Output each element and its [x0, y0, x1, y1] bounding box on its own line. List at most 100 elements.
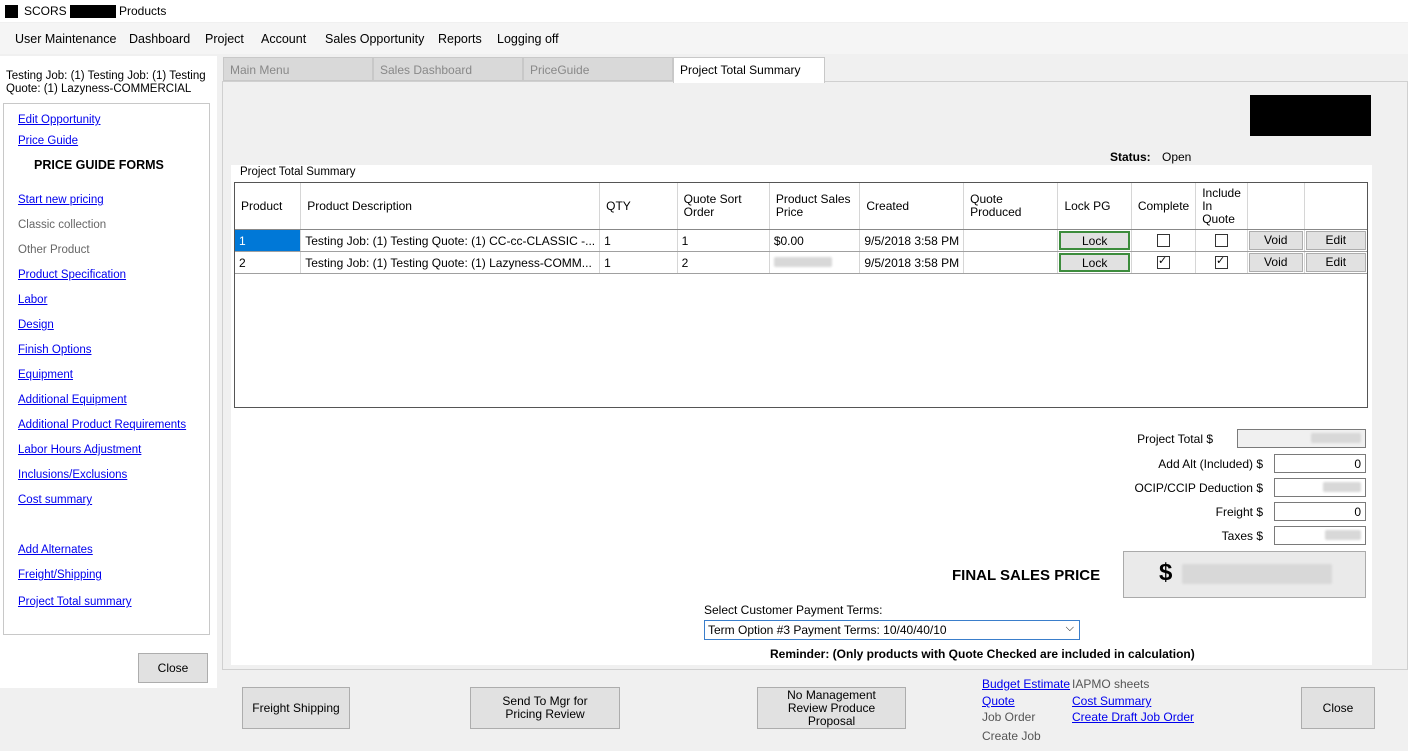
- cell-qty[interactable]: 1: [599, 251, 678, 274]
- reminder-text: Reminder: (Only products with Quote Chec…: [770, 647, 1195, 661]
- col-include-in-quote[interactable]: Include In Quote: [1195, 183, 1248, 230]
- nav-equipment[interactable]: Equipment: [18, 369, 73, 381]
- nav-inclusions-exclusions[interactable]: Inclusions/Exclusions: [18, 469, 127, 481]
- nav-classic-collection: Classic collection: [18, 219, 107, 231]
- menu-user-maintenance[interactable]: User Maintenance: [15, 32, 116, 46]
- group-title: Project Total Summary: [237, 166, 359, 178]
- cell-sort[interactable]: 2: [677, 251, 770, 274]
- payment-terms-label: Select Customer Payment Terms:: [704, 603, 883, 617]
- cell-sort[interactable]: 1: [677, 229, 770, 252]
- nav-start-new-pricing[interactable]: Start new pricing: [18, 194, 104, 206]
- void-button[interactable]: Void: [1248, 231, 1303, 250]
- nav-design[interactable]: Design: [18, 319, 54, 331]
- nav-additional-product-requirements[interactable]: Additional Product Requirements: [18, 419, 186, 431]
- col-created[interactable]: Created: [859, 183, 965, 230]
- tab-main-menu[interactable]: Main Menu: [223, 57, 373, 81]
- complete-checkbox[interactable]: [1157, 254, 1171, 269]
- cost-summary-link[interactable]: Cost Summary: [1072, 694, 1151, 708]
- col-lock-pg[interactable]: Lock PG: [1057, 183, 1132, 230]
- chevron-down-icon[interactable]: ⌵: [1066, 622, 1074, 635]
- taxes-field[interactable]: [1274, 526, 1366, 545]
- cell-qty[interactable]: 1: [599, 229, 678, 252]
- nav-labor[interactable]: Labor: [18, 294, 47, 306]
- products-table: Product Product Description QTY Quote So…: [235, 183, 1367, 274]
- tab-sales-dashboard[interactable]: Sales Dashboard: [373, 57, 523, 81]
- table-row[interactable]: 2 Testing Job: (1) Testing Quote: (1) La…: [235, 251, 1367, 274]
- nav-finish-options[interactable]: Finish Options: [18, 344, 92, 356]
- lock-button[interactable]: Lock: [1059, 231, 1130, 250]
- menu-project[interactable]: Project: [205, 32, 244, 46]
- col-qty[interactable]: QTY: [599, 183, 678, 230]
- col-complete[interactable]: Complete: [1131, 183, 1197, 230]
- cell-quote-produced[interactable]: [963, 251, 1059, 274]
- col-quote-produced[interactable]: Quote Produced: [963, 183, 1059, 230]
- nav-cost-summary[interactable]: Cost summary: [18, 494, 92, 506]
- add-alt-field[interactable]: 0: [1274, 454, 1366, 473]
- price-guide-forms-heading: PRICE GUIDE FORMS: [34, 158, 164, 172]
- include-checkbox[interactable]: [1215, 234, 1229, 247]
- final-sales-price-label: FINAL SALES PRICE: [952, 567, 1101, 584]
- lock-button[interactable]: Lock: [1059, 253, 1130, 272]
- window-title-prefix: SCORS -: [24, 4, 75, 18]
- cell-price[interactable]: [769, 251, 861, 274]
- redacted-price: [773, 256, 832, 267]
- include-checkbox[interactable]: [1215, 254, 1229, 269]
- menu-reports[interactable]: Reports: [438, 32, 482, 46]
- nav-freight-shipping[interactable]: Freight/Shipping: [18, 569, 102, 581]
- create-draft-job-order-link[interactable]: Create Draft Job Order: [1072, 710, 1194, 724]
- edit-button[interactable]: Edit: [1305, 231, 1366, 250]
- cell-description[interactable]: Testing Job: (1) Testing Quote: (1) Lazy…: [300, 251, 601, 274]
- freight-field[interactable]: 0: [1274, 502, 1366, 521]
- redacted-value: [1323, 482, 1361, 492]
- close-button[interactable]: Close: [1301, 687, 1375, 729]
- window-title-suffix: Products: [119, 4, 167, 18]
- col-quote-sort-order[interactable]: Quote Sort Order: [677, 183, 770, 230]
- cell-description[interactable]: Testing Job: (1) Testing Quote: (1) CC-c…: [300, 229, 601, 252]
- redacted-logo: [1250, 95, 1371, 136]
- nav-other-product: Other Product: [18, 244, 90, 256]
- col-product[interactable]: Product: [235, 183, 302, 230]
- edit-opportunity-link[interactable]: Edit Opportunity: [18, 114, 100, 126]
- void-button[interactable]: Void: [1248, 253, 1303, 272]
- tab-project-total-summary[interactable]: Project Total Summary: [673, 57, 825, 83]
- col-product-description[interactable]: Product Description: [300, 183, 601, 230]
- nav-additional-equipment[interactable]: Additional Equipment: [18, 394, 127, 406]
- cell-price[interactable]: $0.00: [769, 229, 861, 252]
- nav-project-total-summary[interactable]: Project Total summary: [18, 596, 132, 608]
- table-row[interactable]: 1 Testing Job: (1) Testing Quote: (1) CC…: [235, 229, 1367, 252]
- no-management-review-button[interactable]: No Management Review Produce Proposal: [757, 687, 906, 729]
- complete-checkbox[interactable]: [1157, 234, 1171, 247]
- title-bar: SCORS - Products: [0, 0, 1408, 22]
- tab-price-guide[interactable]: PriceGuide: [523, 57, 673, 81]
- col-product-sales-price[interactable]: Product Sales Price: [769, 183, 861, 230]
- cell-created[interactable]: 9/5/2018 3:58 PM: [859, 229, 965, 252]
- cell-created[interactable]: 9/5/2018 3:58 PM: [859, 251, 965, 274]
- price-guide-link[interactable]: Price Guide: [18, 135, 78, 147]
- nav-add-alternates[interactable]: Add Alternates: [18, 544, 93, 556]
- cell-product[interactable]: 2: [235, 251, 302, 274]
- ocip-field[interactable]: [1274, 478, 1366, 497]
- payment-terms-dropdown[interactable]: Term Option #3 Payment Terms: 10/40/40/1…: [704, 620, 1080, 640]
- menu-sales-opportunity[interactable]: Sales Opportunity: [325, 32, 424, 46]
- left-close-button[interactable]: Close: [138, 653, 208, 683]
- budget-estimate-link[interactable]: Budget Estimate: [982, 677, 1070, 691]
- job-order-label: Job Order: [982, 710, 1036, 724]
- nav-labor-hours-adjustment[interactable]: Labor Hours Adjustment: [18, 444, 141, 456]
- redacted-block: [70, 5, 116, 18]
- redacted-value: [1325, 530, 1361, 540]
- menu-logging-off[interactable]: Logging off: [497, 32, 559, 46]
- send-to-mgr-button[interactable]: Send To Mgr for Pricing Review: [470, 687, 620, 729]
- menu-dashboard[interactable]: Dashboard: [129, 32, 190, 46]
- freight-shipping-button[interactable]: Freight Shipping: [242, 687, 350, 729]
- taxes-label: Taxes $: [1221, 529, 1263, 543]
- cell-product[interactable]: 1: [235, 229, 302, 252]
- create-job-label: Create Job: [982, 729, 1041, 743]
- freight-label: Freight $: [1215, 505, 1263, 519]
- menu-account[interactable]: Account: [261, 32, 306, 46]
- nav-product-specification[interactable]: Product Specification: [18, 269, 126, 281]
- cell-quote-produced[interactable]: [963, 229, 1059, 252]
- quote-link[interactable]: Quote: [982, 694, 1015, 708]
- edit-button[interactable]: Edit: [1305, 253, 1366, 272]
- opportunity-header: Testing Job: (1) Testing Job: (1) Testin…: [6, 70, 206, 95]
- products-grid[interactable]: Product Product Description QTY Quote So…: [234, 182, 1368, 408]
